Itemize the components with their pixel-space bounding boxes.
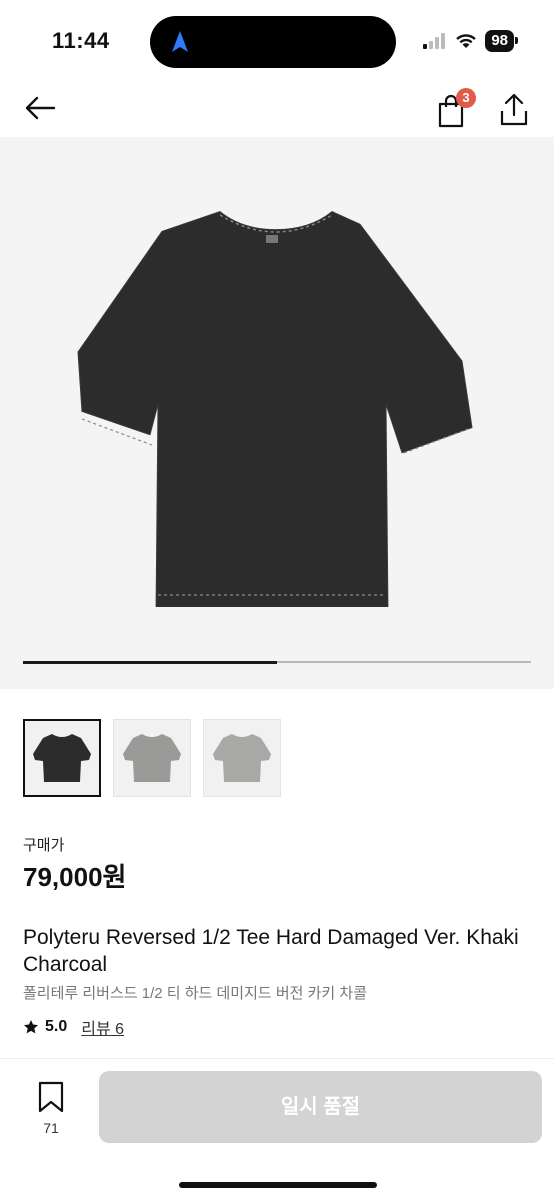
tshirt-image	[77, 211, 473, 607]
signal-icon	[423, 33, 446, 49]
price-label: 구매가	[23, 837, 65, 854]
product-title: Polyteru Reversed 1/2 Tee Hard Damaged V…	[23, 926, 519, 976]
rating-row: 5.0 리뷰 6	[23, 1015, 124, 1039]
back-button[interactable]	[20, 90, 60, 126]
bookmark-count: 71	[43, 1120, 59, 1136]
price: 79,000원	[23, 862, 127, 892]
tshirt-thumbnail-image	[213, 734, 271, 782]
product-image-carousel[interactable]	[0, 137, 554, 689]
review-link[interactable]: 리뷰 6	[81, 1015, 124, 1039]
status-icons: 98	[423, 30, 518, 52]
thumbnail-strip	[23, 719, 281, 797]
thumbnail-3[interactable]	[203, 719, 281, 797]
thumbnail-1[interactable]	[23, 719, 101, 797]
rating-value: 5.0	[45, 1018, 68, 1035]
battery-indicator: 98	[485, 30, 518, 52]
cart-count-badge: 3	[456, 88, 476, 108]
wifi-icon	[456, 34, 477, 48]
product-subtitle: 폴리테루 리버스드 1/2 티 하드 데미지드 버전 카키 차콜	[23, 985, 367, 1002]
tshirt-thumbnail-image	[123, 734, 181, 782]
home-indicator	[179, 1182, 377, 1188]
back-arrow-icon	[25, 96, 56, 120]
bottom-action-bar: 71 일시 품절	[0, 1058, 554, 1200]
bookmark-button[interactable]: 71	[30, 1081, 72, 1136]
carousel-progress	[23, 660, 531, 664]
top-nav: 3	[0, 80, 554, 136]
thumbnail-2[interactable]	[113, 719, 191, 797]
location-arrow-icon	[172, 31, 188, 52]
cart-button[interactable]: 3	[434, 88, 476, 128]
dynamic-island	[150, 16, 396, 68]
carousel-progress-fill	[23, 660, 277, 664]
star-icon	[24, 1020, 38, 1034]
share-button[interactable]	[494, 88, 534, 128]
status-time: 11:44	[52, 28, 110, 53]
tshirt-thumbnail-image	[33, 734, 91, 782]
soldout-button[interactable]: 일시 품절	[99, 1071, 542, 1143]
status-bar: 11:44 98	[0, 0, 554, 80]
share-icon	[500, 93, 528, 126]
bookmark-icon	[38, 1081, 64, 1113]
